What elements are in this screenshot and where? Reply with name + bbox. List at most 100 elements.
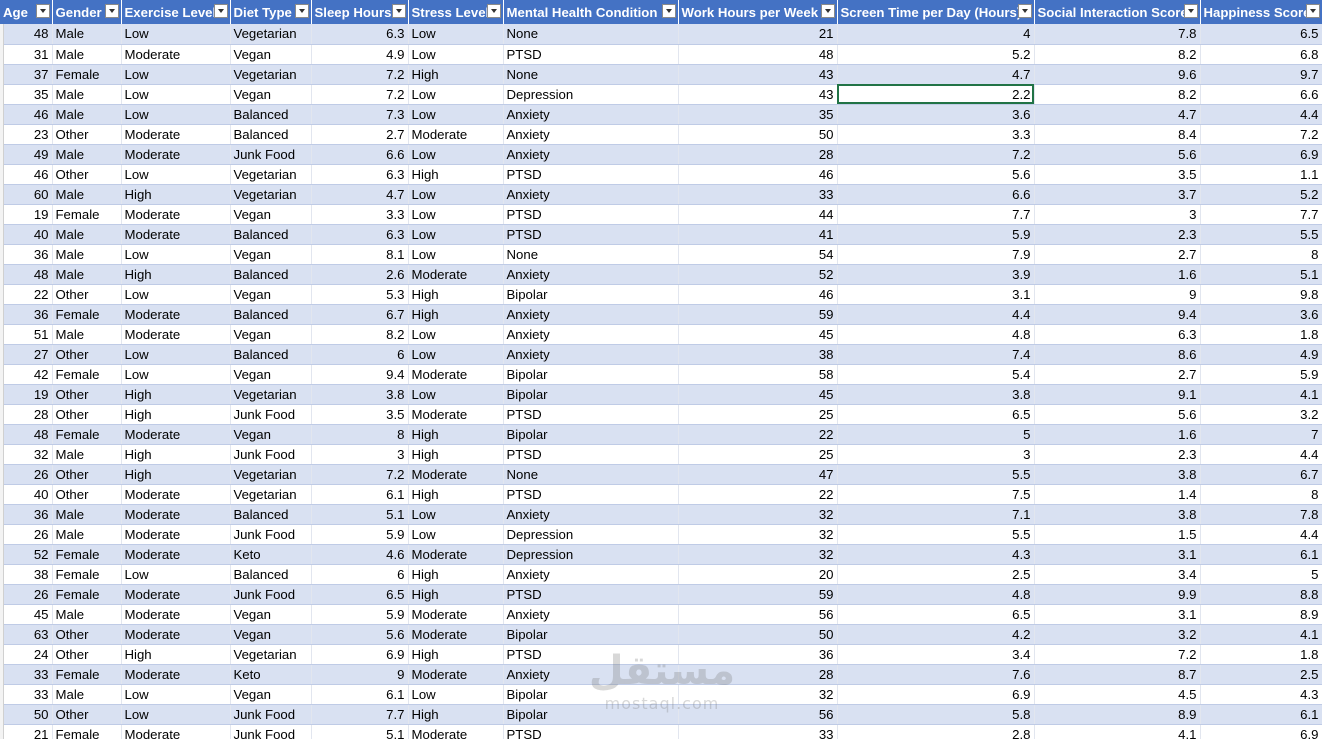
- table-cell[interactable]: Moderate: [121, 144, 231, 165]
- table-cell[interactable]: Vegan: [230, 604, 312, 625]
- table-cell[interactable]: High: [408, 644, 504, 665]
- table-cell[interactable]: 3.3: [837, 124, 1035, 145]
- table-cell[interactable]: Moderate: [121, 424, 231, 445]
- table-cell[interactable]: None: [503, 244, 679, 265]
- table-cell[interactable]: High: [121, 444, 231, 465]
- table-cell[interactable]: 4.7: [837, 64, 1035, 85]
- table-cell[interactable]: 3.8: [837, 384, 1035, 405]
- table-cell[interactable]: 40: [0, 484, 53, 505]
- table-cell[interactable]: 21: [678, 24, 838, 45]
- table-cell[interactable]: 7.2: [311, 64, 409, 85]
- table-cell[interactable]: 6.7: [311, 304, 409, 325]
- table-cell[interactable]: Female: [52, 724, 122, 739]
- table-cell[interactable]: 2.7: [1034, 244, 1201, 265]
- table-cell[interactable]: 6.3: [1034, 324, 1201, 345]
- table-cell[interactable]: 2.5: [1200, 664, 1322, 685]
- table-cell[interactable]: 9.8: [1200, 284, 1322, 305]
- table-cell[interactable]: Vegetarian: [230, 164, 312, 185]
- table-cell[interactable]: Vegan: [230, 424, 312, 445]
- table-cell[interactable]: 32: [678, 684, 838, 705]
- table-cell[interactable]: 43: [678, 84, 838, 105]
- table-cell[interactable]: 33: [678, 184, 838, 205]
- table-cell[interactable]: Moderate: [408, 724, 504, 739]
- table-cell[interactable]: 2.7: [311, 124, 409, 145]
- table-cell[interactable]: 2.3: [1034, 444, 1201, 465]
- filter-dropdown-icon[interactable]: [294, 4, 309, 18]
- table-cell[interactable]: 5.5: [837, 464, 1035, 485]
- table-cell[interactable]: 3: [311, 444, 409, 465]
- table-cell[interactable]: Balanced: [230, 504, 312, 525]
- table-cell[interactable]: Bipolar: [503, 364, 679, 385]
- table-cell[interactable]: Low: [408, 504, 504, 525]
- table-cell[interactable]: 3: [1034, 204, 1201, 225]
- table-cell[interactable]: Balanced: [230, 104, 312, 125]
- table-cell[interactable]: Low: [121, 84, 231, 105]
- table-cell[interactable]: High: [121, 384, 231, 405]
- table-cell[interactable]: 4: [837, 24, 1035, 45]
- table-cell[interactable]: 9.7: [1200, 64, 1322, 85]
- table-cell[interactable]: High: [408, 444, 504, 465]
- filter-dropdown-icon[interactable]: [104, 4, 119, 18]
- table-cell[interactable]: 5.6: [1034, 404, 1201, 425]
- table-cell[interactable]: Anxiety: [503, 664, 679, 685]
- table-cell[interactable]: Junk Food: [230, 444, 312, 465]
- table-cell[interactable]: 5.9: [837, 224, 1035, 245]
- column-header[interactable]: Screen Time per Day (Hours): [837, 0, 1035, 24]
- table-cell[interactable]: Other: [52, 464, 122, 485]
- table-cell[interactable]: Anxiety: [503, 264, 679, 285]
- table-cell[interactable]: 8.4: [1034, 124, 1201, 145]
- table-cell[interactable]: 46: [678, 284, 838, 305]
- table-cell[interactable]: High: [121, 264, 231, 285]
- table-cell[interactable]: Low: [121, 24, 231, 45]
- table-cell[interactable]: 8.1: [311, 244, 409, 265]
- table-cell[interactable]: 4.8: [837, 324, 1035, 345]
- table-cell[interactable]: 2.8: [837, 724, 1035, 739]
- table-cell[interactable]: Other: [52, 124, 122, 145]
- table-cell[interactable]: 28: [678, 144, 838, 165]
- table-cell[interactable]: 5: [837, 424, 1035, 445]
- table-cell[interactable]: Moderate: [408, 604, 504, 625]
- table-cell[interactable]: Low: [408, 204, 504, 225]
- table-cell[interactable]: 2.7: [1034, 364, 1201, 385]
- table-cell[interactable]: 36: [0, 304, 53, 325]
- table-cell[interactable]: 41: [678, 224, 838, 245]
- table-cell[interactable]: 35: [678, 104, 838, 125]
- table-cell[interactable]: 9: [1034, 284, 1201, 305]
- table-cell[interactable]: 7: [1200, 424, 1322, 445]
- table-cell[interactable]: 5.1: [1200, 264, 1322, 285]
- table-cell[interactable]: High: [121, 404, 231, 425]
- table-cell[interactable]: 3.5: [311, 404, 409, 425]
- table-cell[interactable]: Male: [52, 24, 122, 45]
- table-cell[interactable]: 3.8: [311, 384, 409, 405]
- table-cell[interactable]: Vegan: [230, 684, 312, 705]
- table-cell[interactable]: Male: [52, 504, 122, 525]
- table-cell[interactable]: 40: [0, 224, 53, 245]
- table-cell[interactable]: 4.4: [1200, 444, 1322, 465]
- table-cell[interactable]: 4.7: [311, 184, 409, 205]
- table-cell[interactable]: Junk Food: [230, 144, 312, 165]
- filter-dropdown-icon[interactable]: [213, 4, 228, 18]
- table-cell[interactable]: Low: [121, 704, 231, 725]
- table-cell[interactable]: Female: [52, 564, 122, 585]
- filter-dropdown-icon[interactable]: [35, 4, 50, 18]
- table-cell[interactable]: 51: [0, 324, 53, 345]
- table-cell[interactable]: 38: [0, 564, 53, 585]
- table-cell[interactable]: Male: [52, 684, 122, 705]
- table-cell[interactable]: 5.9: [311, 604, 409, 625]
- table-cell[interactable]: 3.2: [1200, 404, 1322, 425]
- table-cell[interactable]: Junk Food: [230, 524, 312, 545]
- table-cell[interactable]: 36: [0, 504, 53, 525]
- table-cell[interactable]: 44: [678, 204, 838, 225]
- table-cell[interactable]: 46: [678, 164, 838, 185]
- table-cell[interactable]: 3.4: [1034, 564, 1201, 585]
- table-cell[interactable]: Low: [121, 364, 231, 385]
- table-cell[interactable]: Vegetarian: [230, 184, 312, 205]
- table-cell[interactable]: 9.9: [1034, 584, 1201, 605]
- table-cell[interactable]: 9.4: [311, 364, 409, 385]
- table-cell[interactable]: Male: [52, 144, 122, 165]
- table-cell[interactable]: Male: [52, 524, 122, 545]
- table-cell[interactable]: Low: [121, 344, 231, 365]
- table-cell[interactable]: Vegan: [230, 364, 312, 385]
- table-cell[interactable]: Vegetarian: [230, 484, 312, 505]
- table-cell[interactable]: Balanced: [230, 224, 312, 245]
